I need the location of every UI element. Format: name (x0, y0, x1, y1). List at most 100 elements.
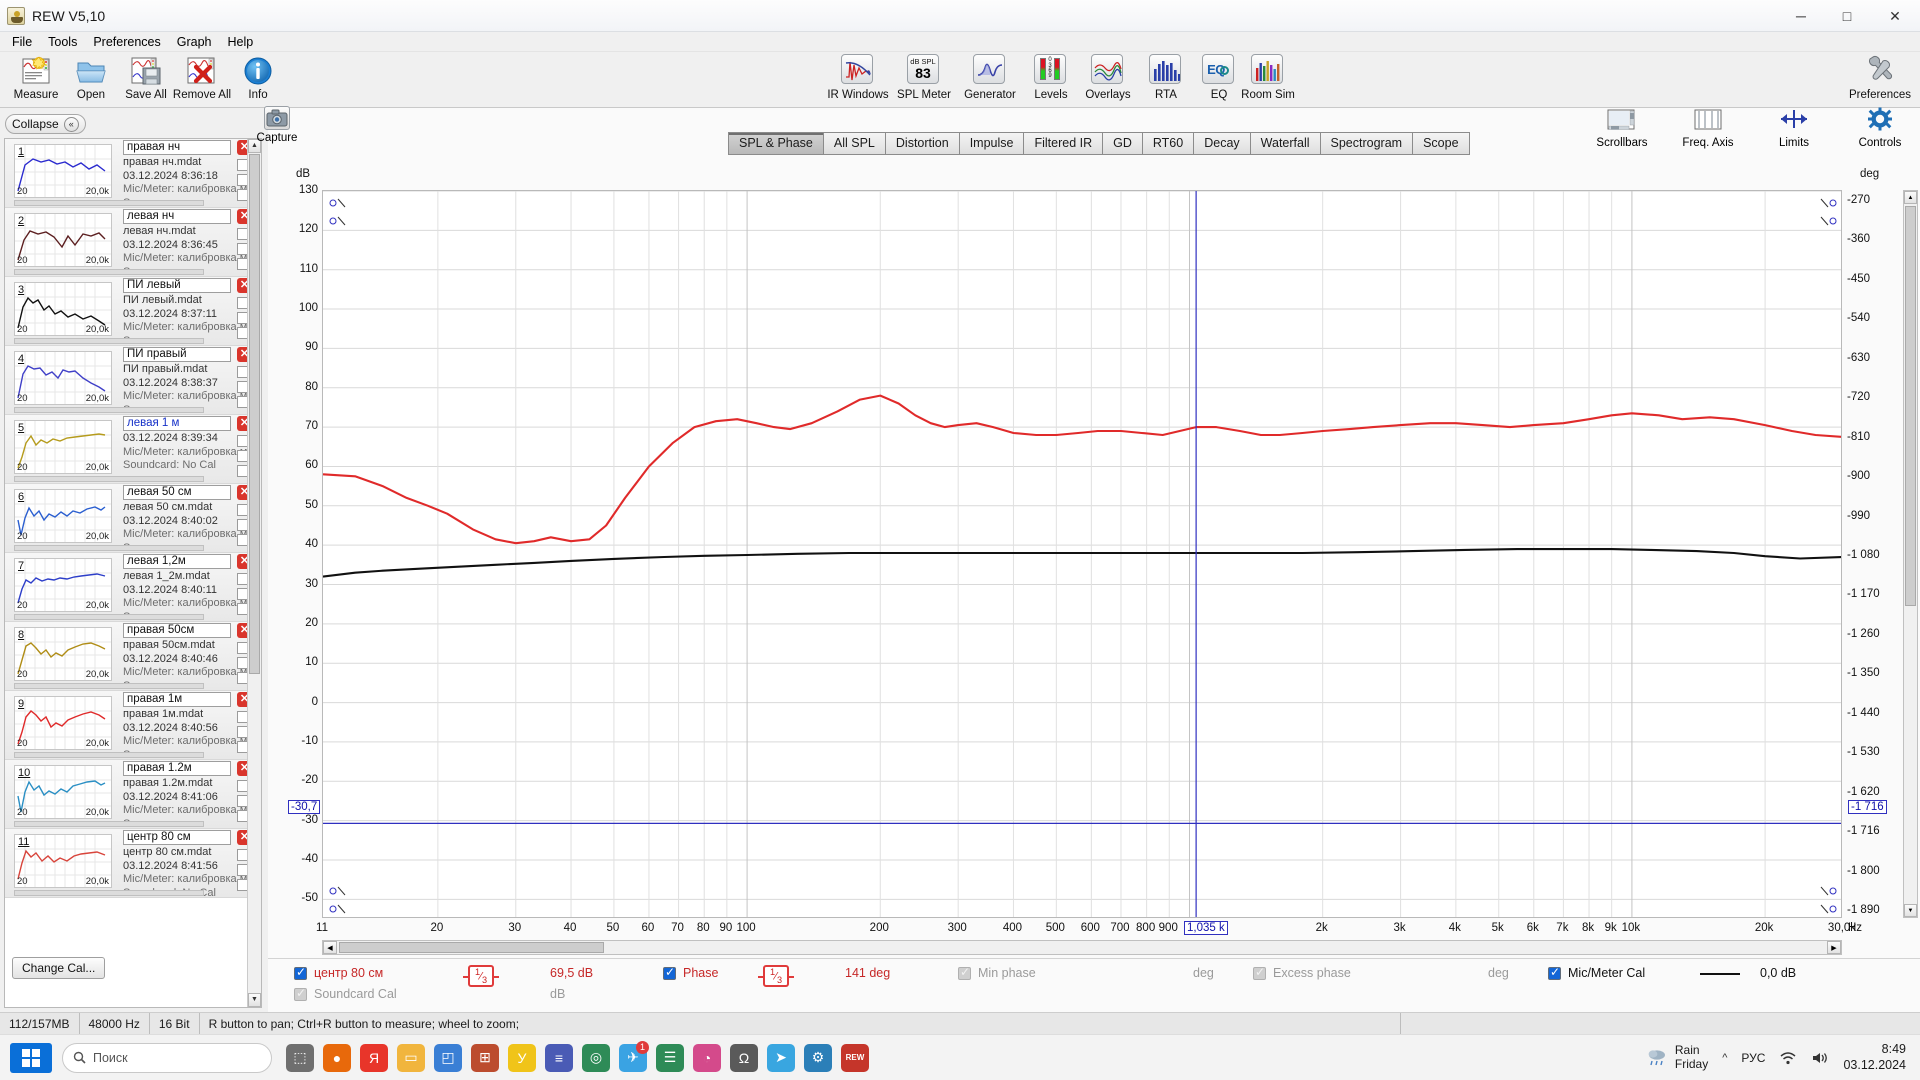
menu-preferences[interactable]: Preferences (85, 33, 168, 51)
equalizer-icon[interactable]: ≡ (545, 1043, 573, 1072)
settings-icon[interactable]: ⚙ (804, 1043, 832, 1072)
capture-button[interactable]: Capture (246, 106, 308, 144)
telegram-app-icon[interactable]: ✈ 1 (619, 1040, 649, 1072)
measurement-row[interactable]: 8 20 20,0k правая 50см правая 50см.mdat … (5, 622, 261, 692)
measurement-row[interactable]: 11 20 20,0k центр 80 см центр 80 см.mdat… (5, 829, 261, 899)
measurement-row-scrollbar[interactable] (14, 683, 204, 689)
measurement-row-scrollbar[interactable] (14, 890, 204, 896)
measurement-row-scrollbar[interactable] (14, 200, 204, 206)
measurement-name-input[interactable]: правая 50см (123, 623, 231, 638)
preferences-button[interactable]: Preferences (1844, 54, 1916, 101)
spl-smoothing-button[interactable]: 1⁄3 (462, 965, 500, 987)
measurement-name-input[interactable]: центр 80 см (123, 830, 231, 845)
measurement-name-input[interactable]: левая 1 м (123, 416, 231, 431)
soundcard-cal-checkbox[interactable] (294, 986, 307, 1001)
calculator-icon[interactable]: ⊞ (471, 1043, 499, 1072)
measurement-list-scrollbar[interactable]: ▲ ▼ (247, 139, 261, 1007)
measurement-name-input[interactable]: левая 1,2м (123, 554, 231, 569)
tab-impulse[interactable]: Impulse (959, 133, 1025, 154)
measurement-list[interactable]: 1 20 20,0k правая нч правая нч.mdat 03.1… (4, 138, 262, 1008)
measurement-row[interactable]: 1 20 20,0k правая нч правая нч.mdat 03.1… (5, 139, 261, 209)
measurement-name-input[interactable]: правая 1.2м (123, 761, 231, 776)
scroll-up-button-plot[interactable]: ▲ (1904, 191, 1917, 204)
scroll-right-button[interactable]: ▶ (1827, 941, 1841, 954)
notepad-icon[interactable]: ☰ (656, 1043, 684, 1072)
phase-trace-checkbox[interactable] (663, 965, 676, 980)
chevron-up-icon[interactable]: ^ (1722, 1052, 1727, 1064)
measurement-row[interactable]: 9 20 20,0k правая 1м правая 1м.mdat 03.1… (5, 691, 261, 761)
phase-smoothing-button[interactable]: 1⁄3 (757, 965, 795, 987)
close-button[interactable]: ✕ (1870, 0, 1920, 32)
tab-filtered-ir[interactable]: Filtered IR (1024, 133, 1104, 154)
measurement-name-input[interactable]: правая нч (123, 140, 231, 155)
menu-help[interactable]: Help (220, 33, 262, 51)
measurement-row-scrollbar[interactable] (14, 476, 204, 482)
freq-axis-button[interactable]: Freq. Axis (1672, 106, 1744, 149)
measurement-name-input[interactable]: правая 1м (123, 692, 231, 707)
measurement-row[interactable]: 2 20 20,0k левая нч левая нч.mdat 03.12.… (5, 208, 261, 278)
tab-spectrogram[interactable]: Spectrogram (1320, 133, 1414, 154)
measurement-row-scrollbar[interactable] (14, 821, 204, 827)
task-view-icon[interactable]: ⬚ (286, 1043, 314, 1072)
scroll-down-button-plot[interactable]: ▼ (1904, 904, 1917, 917)
rew-icon[interactable]: REW (841, 1043, 869, 1072)
measurement-row[interactable]: 4 20 20,0k ПИ правый ПИ правый.mdat 03.1… (5, 346, 261, 416)
controls-button[interactable]: Controls (1844, 106, 1916, 149)
plot-horizontal-scrollbar[interactable]: ◀ ▶ (322, 940, 1842, 955)
tab-spl-phase[interactable]: SPL & Phase (729, 133, 824, 154)
tab-waterfall[interactable]: Waterfall (1250, 133, 1321, 154)
taskbar-search[interactable]: Поиск (62, 1042, 272, 1073)
audio-tool-icon[interactable]: Ω (730, 1043, 758, 1072)
measurement-row-scrollbar[interactable] (14, 407, 204, 413)
yandex-browser-icon[interactable]: Я (360, 1043, 388, 1072)
ir-windows-button[interactable]: IR Windows (822, 54, 894, 101)
collapse-sidebar-button[interactable]: Collapse « (5, 114, 86, 134)
maximize-button[interactable]: □ (1824, 0, 1870, 32)
measurement-row-scrollbar[interactable] (14, 614, 204, 620)
measurement-name-input[interactable]: ПИ правый (123, 347, 231, 362)
tab-decay[interactable]: Decay (1194, 133, 1251, 154)
excess-phase-checkbox[interactable] (1253, 965, 1266, 980)
measurement-row-scrollbar[interactable] (14, 269, 204, 275)
room-sim-button[interactable]: Room Sim (1232, 54, 1304, 101)
spl-phase-plot[interactable] (322, 190, 1842, 918)
v-scrollbar-thumb[interactable] (1905, 206, 1916, 606)
change-cal-button[interactable]: Change Cal... (12, 957, 106, 979)
info-button[interactable]: Info (222, 54, 294, 101)
spl-meter-button[interactable]: dB SPL 83 SPL Meter (888, 54, 960, 101)
graph-tabs[interactable]: SPL & Phase All SPL Distortion Impulse Filte… (728, 132, 1470, 155)
language-indicator[interactable]: РУС (1741, 1051, 1765, 1065)
h-scrollbar-thumb[interactable] (339, 942, 604, 953)
photos-icon[interactable]: ◰ (434, 1043, 462, 1072)
measurement-row[interactable]: 3 20 20,0k ПИ левый ПИ левый.mdat 03.12.… (5, 277, 261, 347)
scroll-down-button[interactable]: ▼ (248, 993, 261, 1007)
menu-graph[interactable]: Graph (169, 33, 220, 51)
file-explorer-icon[interactable]: ▭ (397, 1043, 425, 1072)
limits-button[interactable]: Limits (1758, 106, 1830, 149)
mic-meter-cal-checkbox[interactable] (1548, 965, 1561, 980)
wifi-icon[interactable] (1779, 1051, 1797, 1065)
scroll-left-button[interactable]: ◀ (323, 941, 337, 954)
yandex-music-icon[interactable]: У (508, 1043, 536, 1072)
tab-scope[interactable]: Scope (1413, 133, 1469, 154)
measurement-name-input[interactable]: левая 50 см (123, 485, 231, 500)
menu-file[interactable]: File (4, 33, 40, 51)
volume-icon[interactable] (1811, 1051, 1829, 1065)
measurement-row-scrollbar[interactable] (14, 752, 204, 758)
measurement-row[interactable]: 6 20 20,0k левая 50 см левая 50 см.mdat … (5, 484, 261, 554)
measurement-name-input[interactable]: ПИ левый (123, 278, 231, 293)
measurement-row[interactable]: 5 20 20,0k левая 1 м 03.12.2024 8:39:34 … (5, 415, 261, 484)
spl-trace-checkbox[interactable] (294, 965, 307, 980)
scrollbars-button[interactable]: Scrollbars (1586, 106, 1658, 149)
tab-all-spl[interactable]: All SPL (823, 133, 886, 154)
measurement-row-scrollbar[interactable] (14, 338, 204, 344)
plot-vertical-scrollbar[interactable]: ▲ ▼ (1903, 190, 1918, 918)
firefox-icon[interactable]: ● (323, 1043, 351, 1072)
windows-start-icon[interactable] (10, 1042, 52, 1073)
minimize-button[interactable]: ─ (1778, 0, 1824, 32)
measurement-row[interactable]: 10 20 20,0k правая 1.2м правая 1.2м.mdat… (5, 760, 261, 830)
min-phase-checkbox[interactable] (958, 965, 971, 980)
measurement-name-input[interactable]: левая нч (123, 209, 231, 224)
telegram-icon[interactable]: ➤ (767, 1043, 795, 1072)
menu-tools[interactable]: Tools (40, 33, 85, 51)
